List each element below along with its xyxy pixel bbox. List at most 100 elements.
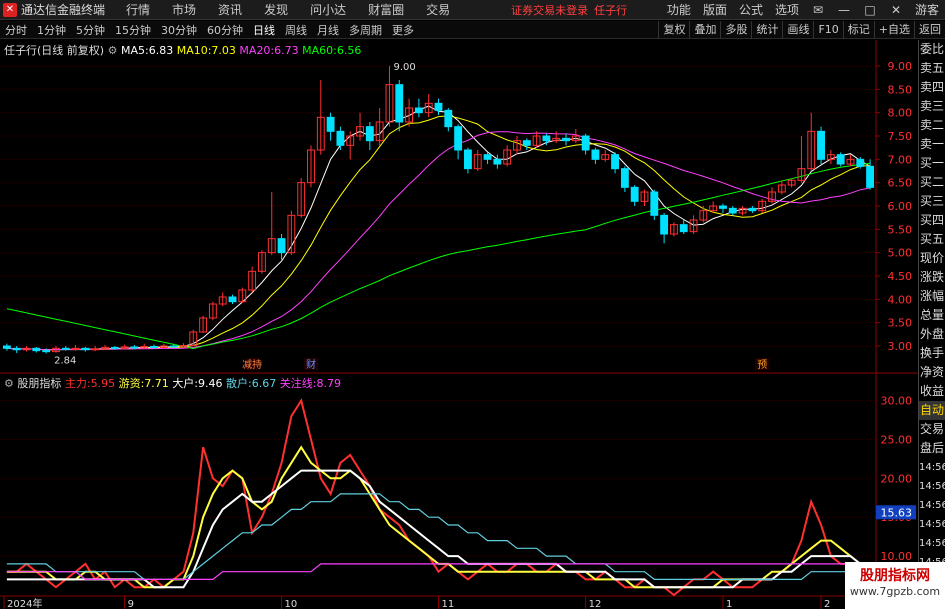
candle-body	[483, 154, 492, 160]
period-daily[interactable]: 日线	[251, 22, 277, 38]
indicator-line-0	[6, 398, 871, 597]
message-icon[interactable]: ✉	[811, 3, 825, 17]
menu-options[interactable]: 选项	[775, 1, 799, 18]
f10-button[interactable]: F10	[813, 20, 842, 39]
kline-chart[interactable]: 9.00 8.50 8.00 7.50 7.00 6.50 6.00 5.50 5.00 4.50…	[0, 40, 918, 609]
retail-value: 6.67	[251, 377, 277, 390]
side-panel-item[interactable]: 外盘	[919, 325, 945, 344]
indicator-legend: ⚙ 股朋指标 主力:5.95 游资:7.71 大户:9.46 散户:6.67 关…	[4, 375, 341, 391]
side-panel-item[interactable]: 买一	[919, 154, 945, 173]
price-tick-label: 5.00	[888, 247, 913, 260]
period-30min[interactable]: 30分钟	[159, 22, 199, 38]
menu-function[interactable]: 功能	[667, 1, 691, 18]
side-panel-item[interactable]: 收益	[919, 382, 945, 401]
side-panel-item[interactable]: 卖三	[919, 97, 945, 116]
side-panel-item[interactable]: 涨幅	[919, 287, 945, 306]
indicator-current-value: 15.63	[881, 506, 913, 519]
login-warning[interactable]: 证券交易未登录	[511, 2, 588, 18]
side-panel-item[interactable]: 委比	[919, 40, 945, 59]
indicator-settings-icon[interactable]: ⚙	[4, 377, 14, 390]
side-panel-item[interactable]: 14:56	[919, 534, 945, 553]
quote-side-panel: 委比 卖五 卖四 卖三 卖二 卖一 买一 买二 买三 买四 买五 现价 涨跌 涨幅 总量 外盘 换手 净资 收益 自动…	[918, 40, 945, 609]
main-force-value: 5.95	[90, 377, 116, 390]
user-label[interactable]: 游客	[915, 1, 939, 18]
side-panel-item[interactable]: 自动	[919, 401, 945, 420]
period-monthly[interactable]: 月线	[315, 22, 341, 38]
side-panel-item[interactable]: 现价	[919, 249, 945, 268]
price-tick-label: 5.50	[888, 223, 913, 236]
candle-body	[326, 116, 335, 132]
period-intraday[interactable]: 分时	[3, 22, 29, 38]
menu-assistant[interactable]: 问小达	[310, 1, 346, 18]
period-more[interactable]: 更多	[390, 22, 416, 38]
candle-body	[32, 347, 41, 352]
adjust-button[interactable]: 复权	[658, 20, 689, 39]
candle-body	[434, 102, 443, 111]
menu-discover[interactable]: 发现	[264, 1, 288, 18]
side-panel-item[interactable]: 14:56	[919, 477, 945, 496]
settings-icon[interactable]: ⚙	[108, 44, 118, 57]
menu-layout[interactable]: 版面	[703, 1, 727, 18]
add-watchlist-button[interactable]: +自选	[873, 20, 914, 39]
side-panel-item[interactable]: 买五	[919, 230, 945, 249]
menu-market[interactable]: 行情	[126, 1, 150, 18]
side-panel-item[interactable]: 卖一	[919, 135, 945, 154]
period-weekly[interactable]: 周线	[283, 22, 309, 38]
ma5-value: 6.83	[148, 44, 174, 57]
side-panel-item[interactable]: 卖五	[919, 59, 945, 78]
ma5-label: MA5:	[120, 44, 149, 57]
mark-button[interactable]: 标记	[842, 20, 874, 39]
side-panel-item[interactable]: 净资	[919, 363, 945, 382]
side-panel-item[interactable]: 14:56	[919, 515, 945, 534]
side-panel-item[interactable]: 卖四	[919, 78, 945, 97]
side-panel-item[interactable]: 买二	[919, 173, 945, 192]
price-tick-label: 7.50	[888, 130, 913, 143]
side-panel-item[interactable]: 涨跌	[919, 268, 945, 287]
candle-body	[228, 296, 237, 303]
side-panel-item[interactable]: 卖二	[919, 116, 945, 135]
maximize-icon[interactable]: □	[863, 3, 877, 17]
menu-wealth[interactable]: 财富圈	[368, 1, 404, 18]
ma20-label: MA20:	[239, 44, 275, 57]
side-panel-item[interactable]: 买三	[919, 192, 945, 211]
multi-stock-button[interactable]: 多股	[720, 20, 751, 39]
period-60min[interactable]: 60分钟	[205, 22, 245, 38]
app-logo-icon: ✕	[3, 2, 17, 17]
menu-market-center[interactable]: 市场	[172, 1, 196, 18]
overlay-button[interactable]: 叠加	[689, 20, 720, 39]
date-tick-label: 1	[726, 599, 732, 609]
candle-body	[836, 154, 845, 165]
draw-button[interactable]: 画线	[782, 20, 813, 39]
menu-formula[interactable]: 公式	[739, 1, 763, 18]
side-panel-item[interactable]: 换手	[919, 344, 945, 363]
focus-line-label: 关注线:	[279, 377, 317, 390]
candle-body	[650, 191, 659, 216]
side-panel-item[interactable]: 总量	[919, 306, 945, 325]
retail-label: 散户:	[226, 377, 252, 390]
minimize-icon[interactable]: —	[837, 3, 851, 17]
close-icon[interactable]: ✕	[889, 3, 903, 17]
price-tick-label: 6.50	[888, 177, 913, 190]
candle-body	[444, 109, 453, 128]
back-button[interactable]: 返回	[914, 20, 945, 39]
moving-average-lines	[6, 105, 871, 351]
candlesticks	[2, 66, 875, 354]
side-panel-item[interactable]: 14:56	[919, 496, 945, 515]
stats-button[interactable]: 统计	[751, 20, 782, 39]
side-panel-item[interactable]: 14:56	[919, 458, 945, 477]
side-panel-item[interactable]: 交易	[919, 420, 945, 439]
price-tick-label: 3.00	[888, 340, 913, 353]
menu-news[interactable]: 资讯	[218, 1, 242, 18]
candle-body	[866, 165, 875, 188]
menu-trade[interactable]: 交易	[426, 1, 450, 18]
candle-body	[81, 347, 90, 351]
side-panel-item[interactable]: 买四	[919, 211, 945, 230]
price-tick-label: 8.00	[888, 107, 913, 120]
period-multi[interactable]: 多周期	[347, 22, 384, 38]
candle-body	[91, 348, 100, 351]
period-1min[interactable]: 1分钟	[35, 22, 68, 38]
candle-body	[150, 345, 158, 348]
period-15min[interactable]: 15分钟	[113, 22, 153, 38]
period-5min[interactable]: 5分钟	[74, 22, 107, 38]
side-panel-item[interactable]: 盘后	[919, 439, 945, 458]
